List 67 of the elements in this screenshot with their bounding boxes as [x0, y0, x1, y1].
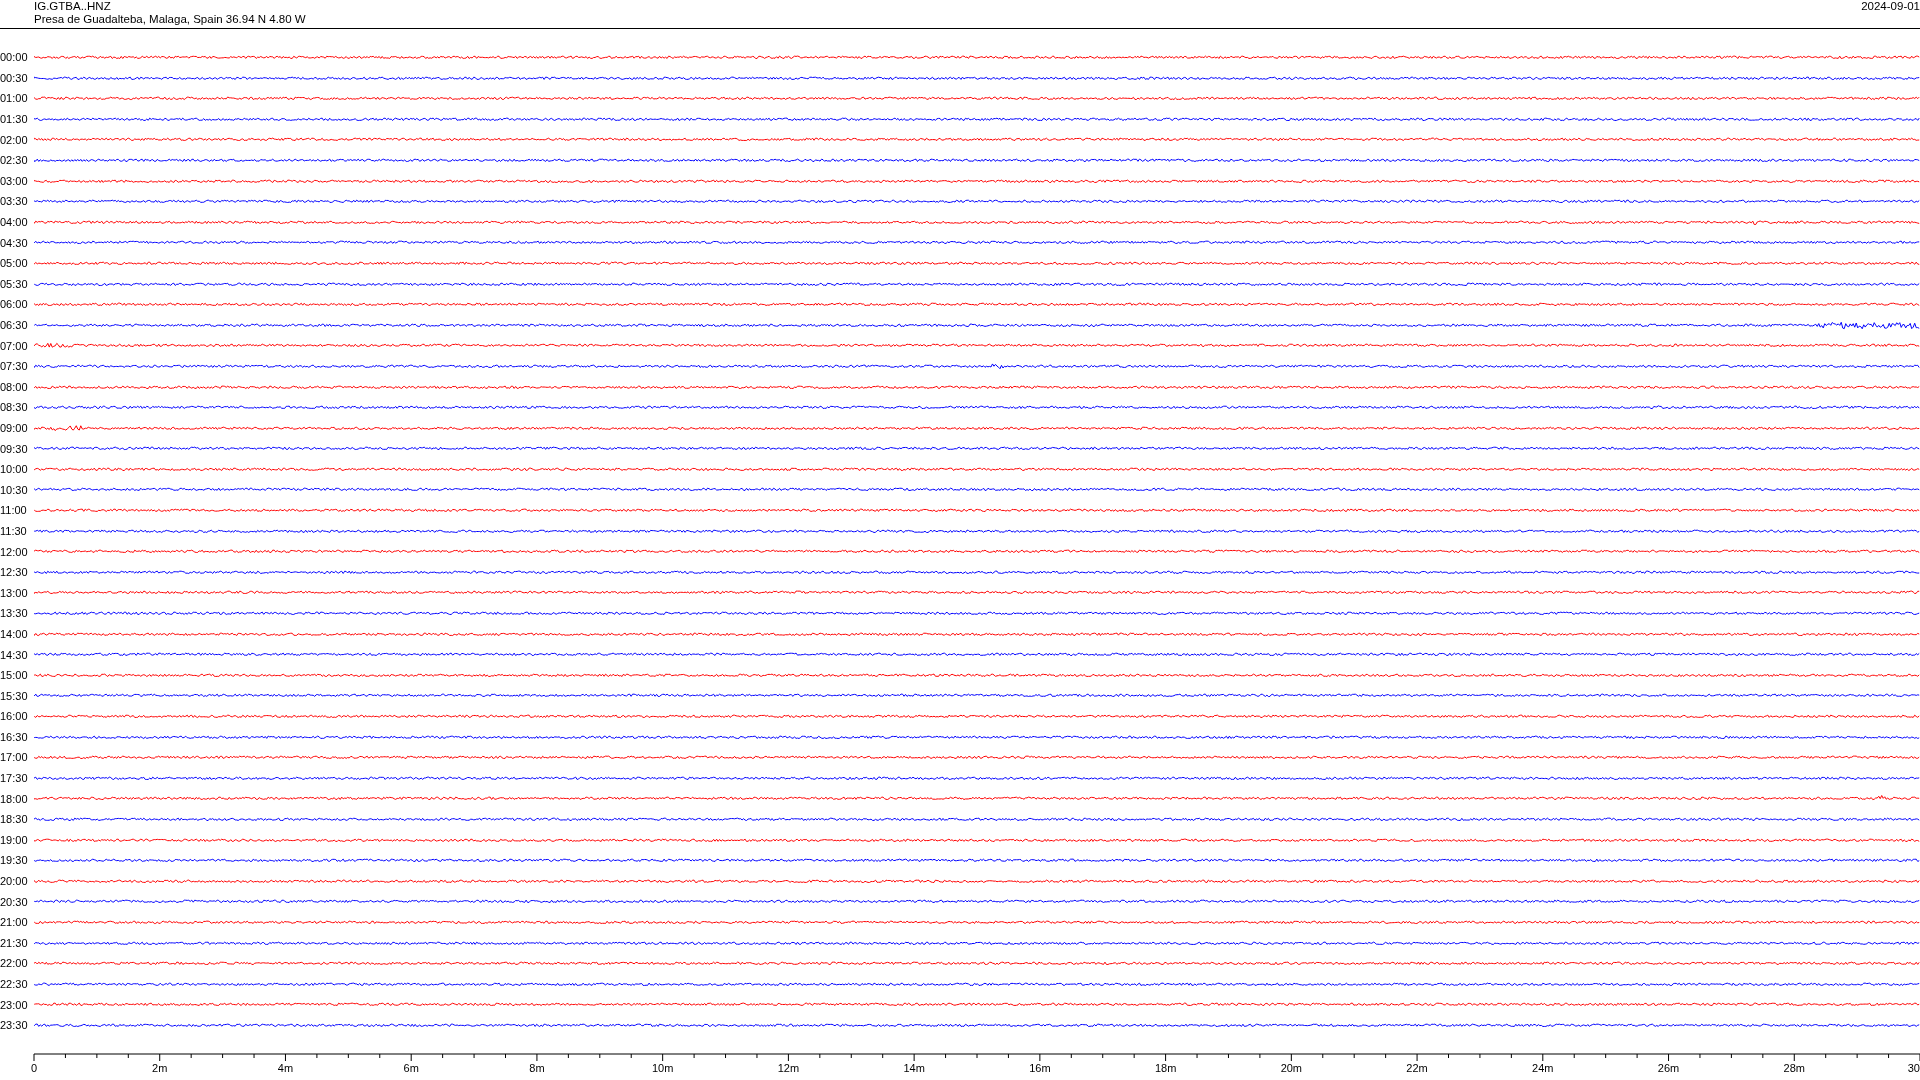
time-label: 15:00 [0, 669, 29, 682]
time-label: 09:30 [0, 442, 29, 455]
time-label: 13:00 [0, 586, 29, 599]
time-label: 14:30 [0, 648, 29, 661]
time-label: 13:30 [0, 607, 29, 620]
time-label: 04:30 [0, 236, 29, 249]
station-code: IG.GTBA..HNZ [34, 0, 112, 13]
time-label: 05:00 [0, 257, 29, 270]
time-label: 01:00 [0, 92, 29, 105]
time-label: 22:30 [0, 978, 29, 990]
time-label: 09:00 [0, 422, 29, 434]
time-label: 23:00 [0, 998, 29, 1011]
axis-label: 20m [1280, 1061, 1303, 1074]
axis-label: 2m [152, 1061, 168, 1074]
axis-label: 30 [1907, 1061, 1920, 1074]
time-label: 07:30 [0, 360, 29, 373]
time-label: 03:30 [0, 195, 29, 208]
time-label: 03:00 [0, 174, 29, 187]
time-label: 19:30 [0, 854, 29, 867]
time-label: 17:00 [0, 751, 29, 764]
axis-label: 26m [1657, 1061, 1680, 1074]
time-label: 20:30 [0, 895, 29, 908]
time-label: 04:00 [0, 216, 29, 229]
time-label: 12:30 [0, 566, 29, 579]
axis-label: 16m [1029, 1061, 1051, 1074]
time-label: 10:30 [0, 483, 29, 496]
time-label: 01:30 [0, 113, 29, 126]
time-label: 12:00 [0, 545, 29, 558]
time-label: 22:00 [0, 957, 29, 970]
time-label: 08:00 [0, 380, 29, 393]
axis-label: 0 [30, 1061, 38, 1074]
time-label: 16:00 [0, 710, 29, 723]
axis-label: 4m [277, 1061, 294, 1074]
axis-label: 8m [529, 1061, 545, 1074]
axis-label: 18m [1154, 1061, 1177, 1074]
time-label: 14:00 [0, 627, 29, 640]
time-label: 18:00 [0, 792, 29, 805]
axis-label: 10m [651, 1061, 674, 1074]
axis-label: 14m [903, 1061, 925, 1074]
axis-label: 12m [777, 1061, 800, 1074]
time-label: 21:00 [0, 916, 29, 929]
time-label: 08:30 [0, 401, 29, 414]
time-label: 20:00 [0, 875, 29, 888]
time-label: 11:00 [0, 504, 28, 517]
time-label: 23:30 [0, 1019, 29, 1032]
time-label: 18:30 [0, 813, 29, 826]
time-label: 06:30 [0, 319, 29, 331]
time-label: 02:00 [0, 133, 29, 146]
time-label: 02:30 [0, 154, 29, 167]
time-label: 00:30 [0, 71, 29, 84]
time-label: 11:30 [0, 524, 28, 537]
time-label: 17:30 [0, 772, 29, 785]
time-label: 06:00 [0, 298, 29, 311]
axis-label: 24m [1532, 1061, 1554, 1074]
time-label: 05:30 [0, 277, 29, 290]
axis-label: 6m [403, 1061, 419, 1074]
time-label: 15:30 [0, 689, 29, 702]
time-label: 19:00 [0, 833, 29, 846]
time-label: 21:30 [0, 936, 29, 949]
time-label: 00:00 [0, 51, 29, 64]
axis-label: 22m [1406, 1061, 1428, 1074]
time-label: 07:00 [0, 339, 29, 352]
date-label: 2024-09-01 [1861, 0, 1920, 13]
time-label: 16:30 [0, 730, 29, 743]
station-location: Presa de Guadalteba, Malaga, Spain 36.94 N 4.80 W [34, 13, 306, 26]
axis-label: 28m [1783, 1061, 1805, 1074]
time-label: 10:00 [0, 463, 29, 476]
